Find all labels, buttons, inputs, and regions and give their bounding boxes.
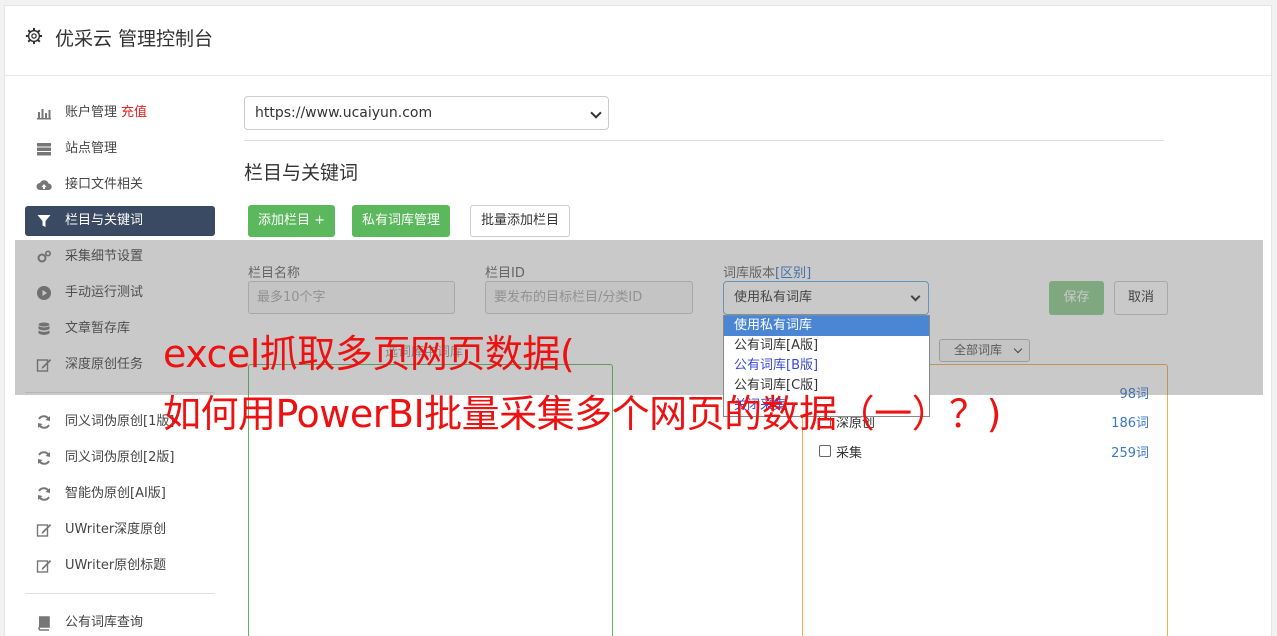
sidebar-item-label: 站点管理 xyxy=(65,141,118,156)
dropdown-option[interactable]: 使用私有词库 xyxy=(724,316,929,336)
chevron-down-icon xyxy=(590,107,602,119)
site-select[interactable]: https://www.ucaiyun.com xyxy=(244,96,609,130)
bar-chart-icon xyxy=(37,109,51,120)
site-select-value: https://www.ucaiyun.com xyxy=(255,105,433,121)
refresh-icon xyxy=(38,487,50,501)
sidebar-item-uwriter-deep[interactable]: UWriter深度原创 xyxy=(25,515,215,545)
sidebar-item-label: UWriter深度原创 xyxy=(65,522,167,537)
sidebar-item-label: 栏目与关键词 xyxy=(65,213,144,228)
page-title: 优采云 管理控制台 xyxy=(55,28,214,50)
sidebar-item-label: 公有词库查询 xyxy=(65,615,144,630)
sidebar-divider xyxy=(25,593,215,594)
sidebar-item-public-lib[interactable]: 公有词库查询 xyxy=(25,608,215,636)
sidebar-item-label: 智能伪原创[AI版] xyxy=(65,486,166,501)
lib-row[interactable]: 采集 259词 xyxy=(819,442,1149,462)
batch-add-button[interactable]: 批量添加栏目 xyxy=(470,205,571,237)
gear-icon xyxy=(25,27,43,45)
section-title: 栏目与关键词 xyxy=(244,162,359,184)
sidebar-item-sites[interactable]: 站点管理 xyxy=(25,134,215,164)
sidebar-item-smart-ai[interactable]: 智能伪原创[AI版] xyxy=(25,479,215,509)
sidebar-item-account[interactable]: 账户管理 充值 xyxy=(25,98,215,128)
watermark-line-1: excel抓取多页网页数据( xyxy=(163,332,575,376)
private-lib-button[interactable]: 私有词库管理 xyxy=(352,205,451,237)
lib-count: 186词 xyxy=(1111,416,1149,431)
watermark-line-2: 如何用PowerBI批量采集多个网页的数据（一）？) xyxy=(163,392,1002,436)
filter-icon xyxy=(37,215,51,227)
sidebar-item-interface[interactable]: 接口文件相关 xyxy=(25,170,215,200)
sidebar-item-uwriter-title[interactable]: UWriter原创标题 xyxy=(25,551,215,581)
edit-icon xyxy=(36,524,52,537)
recharge-link[interactable]: 充值 xyxy=(121,105,147,120)
sidebar-item-columns[interactable]: 栏目与关键词 xyxy=(25,206,215,236)
dropdown-option[interactable]: 公有词库[A版] xyxy=(724,336,929,356)
edit-icon xyxy=(36,560,52,573)
sidebar-item-label: UWriter原创标题 xyxy=(65,558,167,573)
cloud-upload-icon xyxy=(36,180,52,190)
lib-count: 259词 xyxy=(1111,446,1149,461)
book-icon xyxy=(38,616,50,631)
section-divider xyxy=(244,140,1164,141)
dropdown-option[interactable]: 公有词库[B版] xyxy=(724,356,929,376)
sidebar-item-label: 同义词伪原创[1版] xyxy=(65,414,175,429)
lib-checkbox[interactable] xyxy=(819,445,831,457)
sidebar-item-label: 接口文件相关 xyxy=(65,177,144,192)
refresh-icon xyxy=(38,451,50,465)
sidebar-item-label: 同义词伪原创[2版] xyxy=(65,450,175,465)
server-icon xyxy=(37,143,51,156)
header: 优采云 管理控制台 xyxy=(5,6,1271,76)
sidebar-item-synonym-v2[interactable]: 同义词伪原创[2版] xyxy=(25,443,215,473)
add-column-button[interactable]: 添加栏目 + xyxy=(248,205,336,237)
refresh-icon xyxy=(38,415,50,429)
sidebar-item-label: 账户管理 xyxy=(65,105,118,120)
lib-name: 采集 xyxy=(836,446,863,461)
